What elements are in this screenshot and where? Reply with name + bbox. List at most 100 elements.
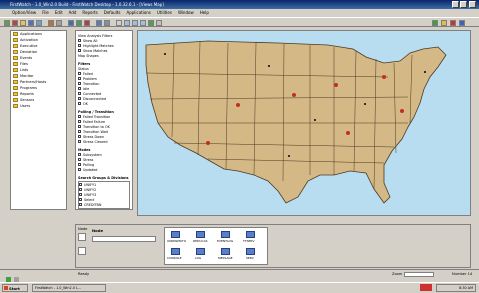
- tree-item[interactable]: Users: [11, 103, 66, 109]
- select-icon[interactable]: [116, 20, 122, 26]
- details-icon[interactable]: [104, 20, 110, 26]
- play-icon[interactable]: [148, 20, 154, 26]
- icon-label: REDUCAS: [193, 239, 208, 243]
- folder-icon: [13, 74, 18, 78]
- node-marker[interactable]: [268, 65, 270, 67]
- status-info-icon[interactable]: [459, 20, 465, 26]
- node-thumbnail[interactable]: [78, 233, 86, 241]
- checkbox-icon: [78, 140, 81, 143]
- alert-marker[interactable]: [292, 93, 296, 97]
- checkbox-icon: [78, 153, 81, 156]
- menu-help[interactable]: Help: [200, 9, 209, 17]
- us-map[interactable]: [138, 31, 471, 216]
- menu-add[interactable]: Add: [69, 9, 77, 17]
- alert-marker[interactable]: [236, 103, 240, 107]
- icon-label: LOG: [195, 256, 202, 260]
- node-marker[interactable]: [424, 71, 426, 73]
- server-icon[interactable]: [246, 231, 255, 238]
- fit-icon[interactable]: [132, 20, 138, 26]
- alert-marker[interactable]: [206, 141, 210, 145]
- server-icon[interactable]: [246, 248, 255, 255]
- node-marker[interactable]: [164, 53, 166, 55]
- node-marker[interactable]: [364, 103, 366, 105]
- map-icon[interactable]: [68, 20, 74, 26]
- tray-alert-icon[interactable]: [420, 284, 432, 291]
- icon-label: TTSERV: [243, 239, 255, 243]
- settings-icon[interactable]: [156, 20, 162, 26]
- search-icon[interactable]: [36, 20, 42, 26]
- list-view-icon[interactable]: [96, 20, 102, 26]
- node-label: Node: [92, 228, 104, 233]
- folder-icon: [13, 98, 18, 102]
- status-checkbox[interactable]: OK: [78, 101, 130, 106]
- pan-icon[interactable]: [124, 20, 130, 26]
- menu-window[interactable]: Window: [178, 9, 194, 17]
- mode-checkbox[interactable]: Updated: [78, 167, 130, 172]
- menu-applications[interactable]: Applications: [126, 9, 150, 17]
- status-warn-icon[interactable]: [441, 20, 447, 26]
- alert-marker[interactable]: [400, 109, 404, 113]
- maximize-button[interactable]: [460, 1, 467, 8]
- status-alert-icon[interactable]: [450, 20, 456, 26]
- folder-icon: [13, 62, 18, 66]
- minimize-button[interactable]: [452, 1, 459, 8]
- map-view[interactable]: [137, 30, 471, 216]
- menu-option-view[interactable]: Option/View: [12, 9, 36, 17]
- checkbox-icon: [78, 120, 81, 123]
- alert-marker[interactable]: [382, 75, 386, 79]
- icon-view[interactable]: UNKNWN/TO REDUCAS EVENTLOG TTSERV CONSOL…: [164, 227, 268, 265]
- menu-utilities[interactable]: Utilities: [157, 9, 172, 17]
- server-icon[interactable]: [196, 231, 205, 238]
- status-right: Number 14: [452, 272, 473, 276]
- close-button[interactable]: [469, 1, 476, 8]
- node-input[interactable]: [92, 236, 156, 242]
- refresh-icon[interactable]: [28, 20, 34, 26]
- zoom-in-icon[interactable]: [76, 20, 82, 26]
- checkbox-icon: [78, 102, 81, 105]
- checkbox-icon: [78, 125, 81, 128]
- grid-icon[interactable]: [140, 20, 146, 26]
- server-icon[interactable]: [221, 248, 230, 255]
- checkbox-icon: [78, 87, 81, 90]
- icon-label: UNKNWN/TO: [167, 239, 187, 243]
- polling-checkbox[interactable]: Stress Cleared: [78, 139, 130, 144]
- radio-icon: [78, 39, 81, 42]
- delete-icon[interactable]: [12, 20, 18, 26]
- print-icon[interactable]: [56, 20, 62, 26]
- checkbox-icon: [78, 135, 81, 138]
- navigation-tree: Applications Activation Executive Deviat…: [10, 30, 67, 210]
- server-icon[interactable]: [196, 248, 205, 255]
- node-thumbnail[interactable]: [78, 247, 86, 255]
- alert-marker[interactable]: [334, 83, 338, 87]
- menu-file[interactable]: File: [42, 9, 49, 17]
- node-marker[interactable]: [314, 119, 316, 121]
- new-icon[interactable]: [4, 20, 10, 26]
- menu-edit[interactable]: Edit: [55, 9, 63, 17]
- node-marker[interactable]: [288, 155, 290, 157]
- zoom-out-icon[interactable]: [84, 20, 90, 26]
- server-icon[interactable]: [171, 248, 180, 255]
- start-button[interactable]: Start: [2, 284, 28, 292]
- menu-reports[interactable]: Reports: [82, 9, 97, 17]
- groups-list[interactable]: UNIFY1 UNIFY2 UNIFY3 Select CREDITBN: [78, 181, 130, 209]
- server-icon[interactable]: [171, 231, 180, 238]
- alert-marker[interactable]: [346, 131, 350, 135]
- clock: 8:30 AM: [436, 284, 476, 292]
- checkbox-icon: [78, 130, 81, 133]
- folder-icon: [13, 104, 18, 108]
- folder-icon: [13, 44, 18, 48]
- folder-icon: [13, 80, 18, 84]
- zoom-label: Zoom: [392, 272, 403, 276]
- checkbox-icon: [78, 82, 81, 85]
- zoom-field[interactable]: [404, 272, 434, 277]
- folder-icon: [13, 32, 18, 36]
- server-icon[interactable]: [221, 231, 230, 238]
- checkbox-icon: [78, 92, 81, 95]
- edit-icon[interactable]: [48, 20, 54, 26]
- taskbar-app-button[interactable]: FirstWatch - 1.0_Win2.0 L...: [32, 284, 106, 292]
- folder-icon[interactable]: [20, 20, 26, 26]
- menu-defaults[interactable]: Defaults: [104, 9, 121, 17]
- status-ok-icon[interactable]: [432, 20, 438, 26]
- list-item[interactable]: CREDITBN: [79, 202, 129, 207]
- folder-icon: [13, 50, 18, 54]
